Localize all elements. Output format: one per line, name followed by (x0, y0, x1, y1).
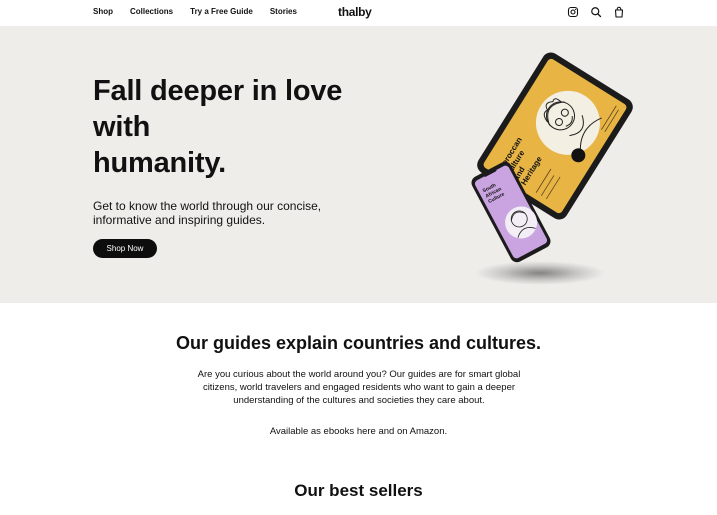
shopping-bag-icon[interactable] (613, 6, 625, 18)
main-nav: Shop Collections Try a Free Guide Storie… (93, 7, 314, 16)
hero-devices-image: Moroccan Culture and Heritage South Afri… (471, 52, 633, 285)
hero-title-line: humanity. (93, 147, 227, 179)
intro-body: Are you curious about the world around y… (197, 369, 521, 406)
instagram-icon[interactable] (567, 6, 579, 18)
site-logo[interactable]: thalby (338, 5, 372, 19)
device-shadow (475, 261, 605, 285)
nav-item-stories[interactable]: Stories (270, 7, 297, 16)
hero-subtitle: Get to know the world through our concis… (93, 199, 322, 227)
shop-now-button[interactable]: Shop Now (93, 239, 157, 258)
nav-item-collections[interactable]: Collections (130, 7, 173, 16)
hero-title: Fall deeper in love with humanity. (93, 73, 373, 181)
nav-item-free-guide[interactable]: Try a Free Guide (190, 7, 253, 16)
header-icons (567, 6, 625, 18)
search-icon[interactable] (590, 6, 602, 18)
hero-title-line: with (93, 111, 151, 143)
site-header: Shop Collections Try a Free Guide Storie… (0, 0, 717, 26)
intro-title: Our guides explain countries and culture… (175, 333, 542, 353)
best-sellers-title: Our best sellers (294, 481, 423, 500)
nav-item-shop[interactable]: Shop (93, 7, 113, 16)
hero-section: Fall deeper in love with humanity. Get t… (0, 26, 717, 303)
availability-text: Available as ebooks here and on Amazon. (269, 426, 448, 437)
hero-title-line: Fall deeper in love (93, 75, 343, 107)
